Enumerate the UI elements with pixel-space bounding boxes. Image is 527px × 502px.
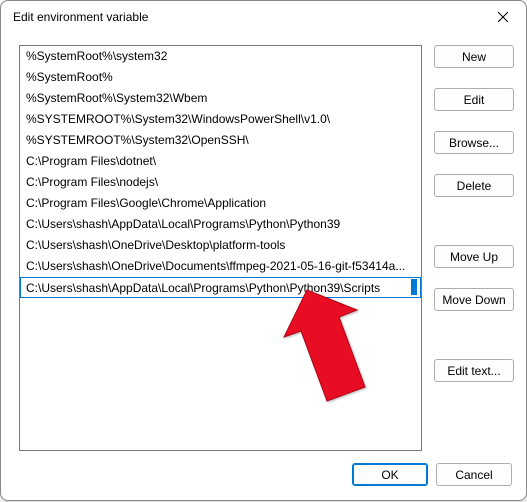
- path-item[interactable]: %SYSTEMROOT%\System32\OpenSSH\: [20, 130, 421, 151]
- dialog-body: %SystemRoot%\system32%SystemRoot%%System…: [1, 33, 526, 451]
- edit-environment-variable-dialog: Edit environment variable %SystemRoot%\s…: [0, 0, 527, 501]
- browse-button[interactable]: Browse...: [434, 131, 514, 154]
- edit-button[interactable]: Edit: [434, 88, 514, 111]
- text-cursor: [411, 279, 417, 295]
- path-item[interactable]: C:\Program Files\Google\Chrome\Applicati…: [20, 193, 421, 214]
- titlebar: Edit environment variable: [1, 1, 526, 33]
- path-item[interactable]: C:\Program Files\nodejs\: [20, 172, 421, 193]
- path-edit-input[interactable]: [20, 277, 421, 298]
- new-button[interactable]: New: [434, 45, 514, 68]
- edit-text-button[interactable]: Edit text...: [434, 359, 514, 382]
- path-item-editing[interactable]: [20, 277, 421, 298]
- path-item[interactable]: C:\Users\shash\OneDrive\Desktop\platform…: [20, 235, 421, 256]
- path-item[interactable]: %SYSTEMROOT%\System32\WindowsPowerShell\…: [20, 109, 421, 130]
- dialog-title: Edit environment variable: [13, 10, 148, 24]
- move-down-button[interactable]: Move Down: [434, 288, 514, 311]
- path-item[interactable]: %SystemRoot%: [20, 67, 421, 88]
- path-item[interactable]: C:\Users\shash\OneDrive\Documents\ffmpeg…: [20, 256, 421, 277]
- close-button[interactable]: [480, 1, 526, 33]
- move-up-button[interactable]: Move Up: [434, 245, 514, 268]
- delete-button[interactable]: Delete: [434, 174, 514, 197]
- cancel-button[interactable]: Cancel: [436, 463, 512, 486]
- close-icon: [498, 12, 508, 22]
- button-column: New Edit Browse... Delete Move Up Move D…: [434, 45, 514, 451]
- path-item[interactable]: %SystemRoot%\system32: [20, 46, 421, 67]
- dialog-footer: OK Cancel: [1, 451, 526, 502]
- ok-button[interactable]: OK: [352, 463, 428, 486]
- path-item[interactable]: %SystemRoot%\System32\Wbem: [20, 88, 421, 109]
- path-listbox[interactable]: %SystemRoot%\system32%SystemRoot%%System…: [19, 45, 422, 451]
- path-item[interactable]: C:\Users\shash\AppData\Local\Programs\Py…: [20, 214, 421, 235]
- path-item[interactable]: C:\Program Files\dotnet\: [20, 151, 421, 172]
